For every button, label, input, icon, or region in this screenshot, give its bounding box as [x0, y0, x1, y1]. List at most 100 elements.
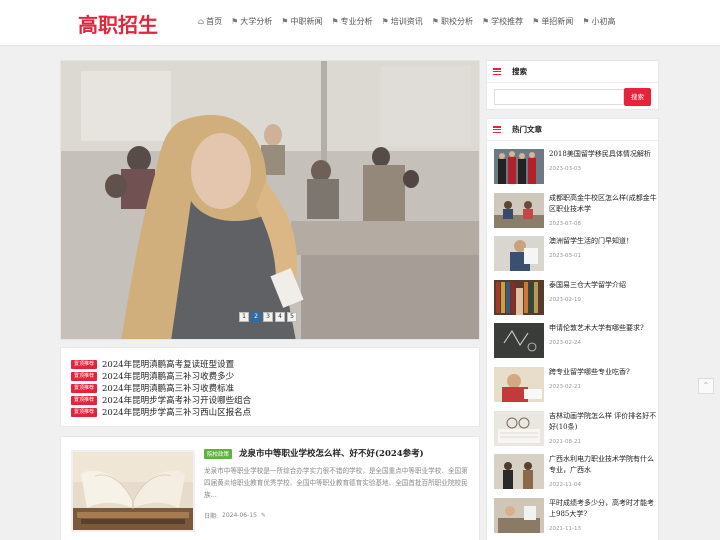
pinned-link[interactable]: 2024年昆明步学高三补习西山区报名点	[102, 406, 251, 418]
hot-thumbnail[interactable]	[494, 497, 544, 533]
article-title[interactable]: 龙泉市中等职业学校怎么样、好不好(2024参考)	[239, 447, 424, 459]
article-date: 2024-06-15	[222, 512, 257, 519]
hot-thumbnail[interactable]	[494, 149, 544, 184]
pinned-badge: 置顶推荐	[71, 359, 98, 369]
pinned-badge: 置顶推荐	[71, 407, 98, 417]
pinned-link[interactable]: 2024年昆明滇鹏高三补习收费多少	[102, 370, 234, 382]
main-nav: ⌂ 首页 ⚑ 大学分析 ⚑ 中职新闻 ⚑ 专业分析 ⚑ 培训资讯 ⚑ 职校分析 ⚑ 学校推荐 …	[198, 16, 624, 27]
nav-item-label: 小初高	[591, 17, 616, 26]
widget-title: 热门文章	[512, 125, 542, 134]
pinned-link[interactable]: 2024年昆明滇鹏高考复读班型设置	[102, 358, 234, 370]
hot-title[interactable]: 广西水利电力职业技术学院有什么专业，广西水	[549, 454, 659, 476]
image-slider[interactable]: 1 2 3 4 5	[60, 60, 480, 340]
hot-item[interactable]: 吉林动画学院怎么样 评价排名好不好(10条) 2021-08-21	[494, 408, 656, 452]
slider-page-3[interactable]: 3	[263, 312, 273, 322]
pinned-item[interactable]: 置顶推荐 2024年昆明滇鹏高三补习收费标准	[71, 382, 469, 394]
nav-item-label: 首页	[206, 17, 223, 26]
hot-date: 2023-02-19	[549, 296, 581, 303]
hot-list: 2018美国留学移民具体情况解析 2023-03-03 成都职高金牛校区怎么样(…	[487, 141, 658, 538]
slider-page-5[interactable]: 5	[287, 312, 297, 322]
slider-page-4[interactable]: 4	[275, 312, 285, 322]
pinned-item[interactable]: 置顶推荐 2024年昆明步学高考补习开设哪些组合	[71, 394, 469, 406]
search-widget: 搜索 搜索	[486, 60, 659, 110]
list-icon	[493, 126, 501, 133]
nav-item-label: 单招新闻	[541, 17, 574, 26]
pinned-link[interactable]: 2024年昆明步学高考补习开设哪些组合	[102, 394, 251, 406]
hot-title[interactable]: 吉林动画学院怎么样 评价排名好不好(10条)	[549, 411, 659, 433]
hot-title[interactable]: 泰国易三仓大学留学介绍	[549, 280, 659, 291]
pinned-item[interactable]: 置顶推荐 2024年昆明步学高三补习西山区报名点	[71, 406, 469, 418]
nav-item-home[interactable]: ⌂ 首页	[198, 16, 222, 27]
home-icon: ⌂	[198, 17, 205, 26]
widget-header: 搜索	[487, 61, 658, 83]
site-logo[interactable]: 高职招生	[78, 9, 158, 38]
nav-item-major[interactable]: ⚑ 专业分析	[331, 16, 372, 27]
hot-title[interactable]: 澳洲留学生活的门早知道！	[549, 236, 659, 247]
nav-item-school-analysis[interactable]: ⚑ 职校分析	[432, 16, 473, 27]
site-header: 高职招生 ⌂ 首页 ⚑ 大学分析 ⚑ 中职新闻 ⚑ 专业分析 ⚑ 培训资讯 ⚑ 职校分析 ⚑…	[0, 0, 720, 45]
search-input[interactable]	[494, 89, 624, 105]
hot-thumbnail[interactable]	[494, 192, 544, 228]
hot-item[interactable]: 广西水利电力职业技术学院有什么专业，广西水 2022-11-04	[494, 451, 654, 495]
search-button[interactable]: 搜索	[624, 88, 651, 106]
chevron-up-icon: ⌃	[702, 381, 710, 390]
back-to-top-button[interactable]: ⌃	[698, 378, 714, 394]
hot-date: 2022-11-04	[549, 482, 581, 489]
hot-thumbnail[interactable]	[494, 454, 544, 490]
hot-title[interactable]: 成都职高金牛校区怎么样(成都金牛区职业技术学	[549, 193, 659, 215]
nav-item-school-recommend[interactable]: ⚑ 学校推荐	[482, 16, 523, 27]
hot-date: 2021-08-21	[549, 438, 581, 445]
hot-item[interactable]: 2018美国留学移民具体情况解析 2023-03-03	[494, 146, 651, 190]
slider-page-1[interactable]: 1	[239, 312, 249, 322]
nav-item-university[interactable]: ⚑ 大学分析	[231, 16, 272, 27]
hot-thumbnail[interactable]	[494, 279, 544, 315]
nav-item-label: 中职新闻	[290, 17, 323, 26]
slider-pagination: 1 2 3 4 5	[239, 312, 297, 322]
hot-title[interactable]: 平时成绩考多少分，高考时才能考上985大学?	[549, 498, 659, 520]
article-thumbnail[interactable]	[71, 450, 195, 532]
pinned-link[interactable]: 2024年昆明滇鹏高三补习收费标准	[102, 382, 234, 394]
tag-icon: ⚑	[281, 17, 289, 26]
hot-thumbnail[interactable]	[494, 410, 544, 446]
pencil-icon: ✎	[260, 512, 266, 519]
tag-icon: ⚑	[532, 17, 540, 26]
tag-icon: ⚑	[381, 17, 389, 26]
hot-date: 2023-03-01	[549, 253, 581, 260]
hot-item[interactable]: 平时成绩考多少分，高考时才能考上985大学? 2021-11-13	[494, 495, 654, 539]
pinned-badge: 置顶推荐	[71, 371, 98, 381]
nav-item-vocational-news[interactable]: ⚑ 中职新闻	[281, 16, 322, 27]
hot-item[interactable]: 澳洲留学生活的门早知道！ 2023-03-01	[494, 233, 651, 277]
category-badge[interactable]: 院校政策	[204, 449, 233, 459]
open-book-image	[73, 452, 193, 530]
hot-title[interactable]: 跨专业留学哪些专业吃香?	[549, 367, 659, 378]
hot-thumbnail[interactable]	[494, 366, 544, 402]
date-label: 日期:	[204, 513, 219, 520]
hot-item[interactable]: 申请伦敦艺术大学有哪些要求? 2023-02-24	[494, 320, 651, 364]
nav-item-label: 培训资讯	[390, 17, 423, 26]
tag-icon: ⚑	[231, 17, 239, 26]
nav-item-training[interactable]: ⚑ 培训资讯	[382, 16, 423, 27]
nav-item-single-enroll[interactable]: ⚑ 单招新闻	[532, 16, 573, 27]
pinned-item[interactable]: 置顶推荐 2024年昆明滇鹏高考复读班型设置	[71, 358, 469, 370]
hot-thumbnail[interactable]	[494, 236, 544, 272]
tag-icon: ⚑	[331, 17, 339, 26]
slide-photo	[61, 61, 479, 339]
hot-item[interactable]: 跨专业留学哪些专业吃香? 2023-02-21	[494, 364, 651, 408]
pinned-list: 置顶推荐 2024年昆明滇鹏高考复读班型设置 置顶推荐 2024年昆明滇鹏高三补习收…	[60, 347, 480, 427]
hot-title[interactable]: 2018美国留学移民具体情况解析	[549, 149, 659, 160]
tag-icon: ⚑	[481, 17, 490, 26]
nav-item-k12[interactable]: ⚑ 小初高	[582, 16, 615, 27]
pinned-badge: 置顶推荐	[71, 395, 98, 405]
list-icon	[493, 68, 501, 75]
pinned-badge: 置顶推荐	[71, 383, 98, 393]
hot-item[interactable]: 成都职高金牛校区怎么样(成都金牛区职业技术学 2023-07-08	[494, 190, 657, 234]
hot-date: 2023-07-08	[549, 220, 581, 227]
hot-thumbnail[interactable]	[494, 323, 544, 359]
hot-date: 2023-02-24	[549, 340, 581, 347]
nav-item-label: 大学分析	[240, 17, 273, 26]
hot-title[interactable]: 申请伦敦艺术大学有哪些要求?	[549, 323, 659, 334]
pinned-item[interactable]: 置顶推荐 2024年昆明滇鹏高三补习收费多少	[71, 370, 469, 382]
slider-page-2[interactable]: 2	[251, 312, 261, 322]
hot-item[interactable]: 泰国易三仓大学留学介绍 2023-02-19	[494, 277, 651, 321]
hot-date: 2021-11-13	[549, 525, 581, 532]
